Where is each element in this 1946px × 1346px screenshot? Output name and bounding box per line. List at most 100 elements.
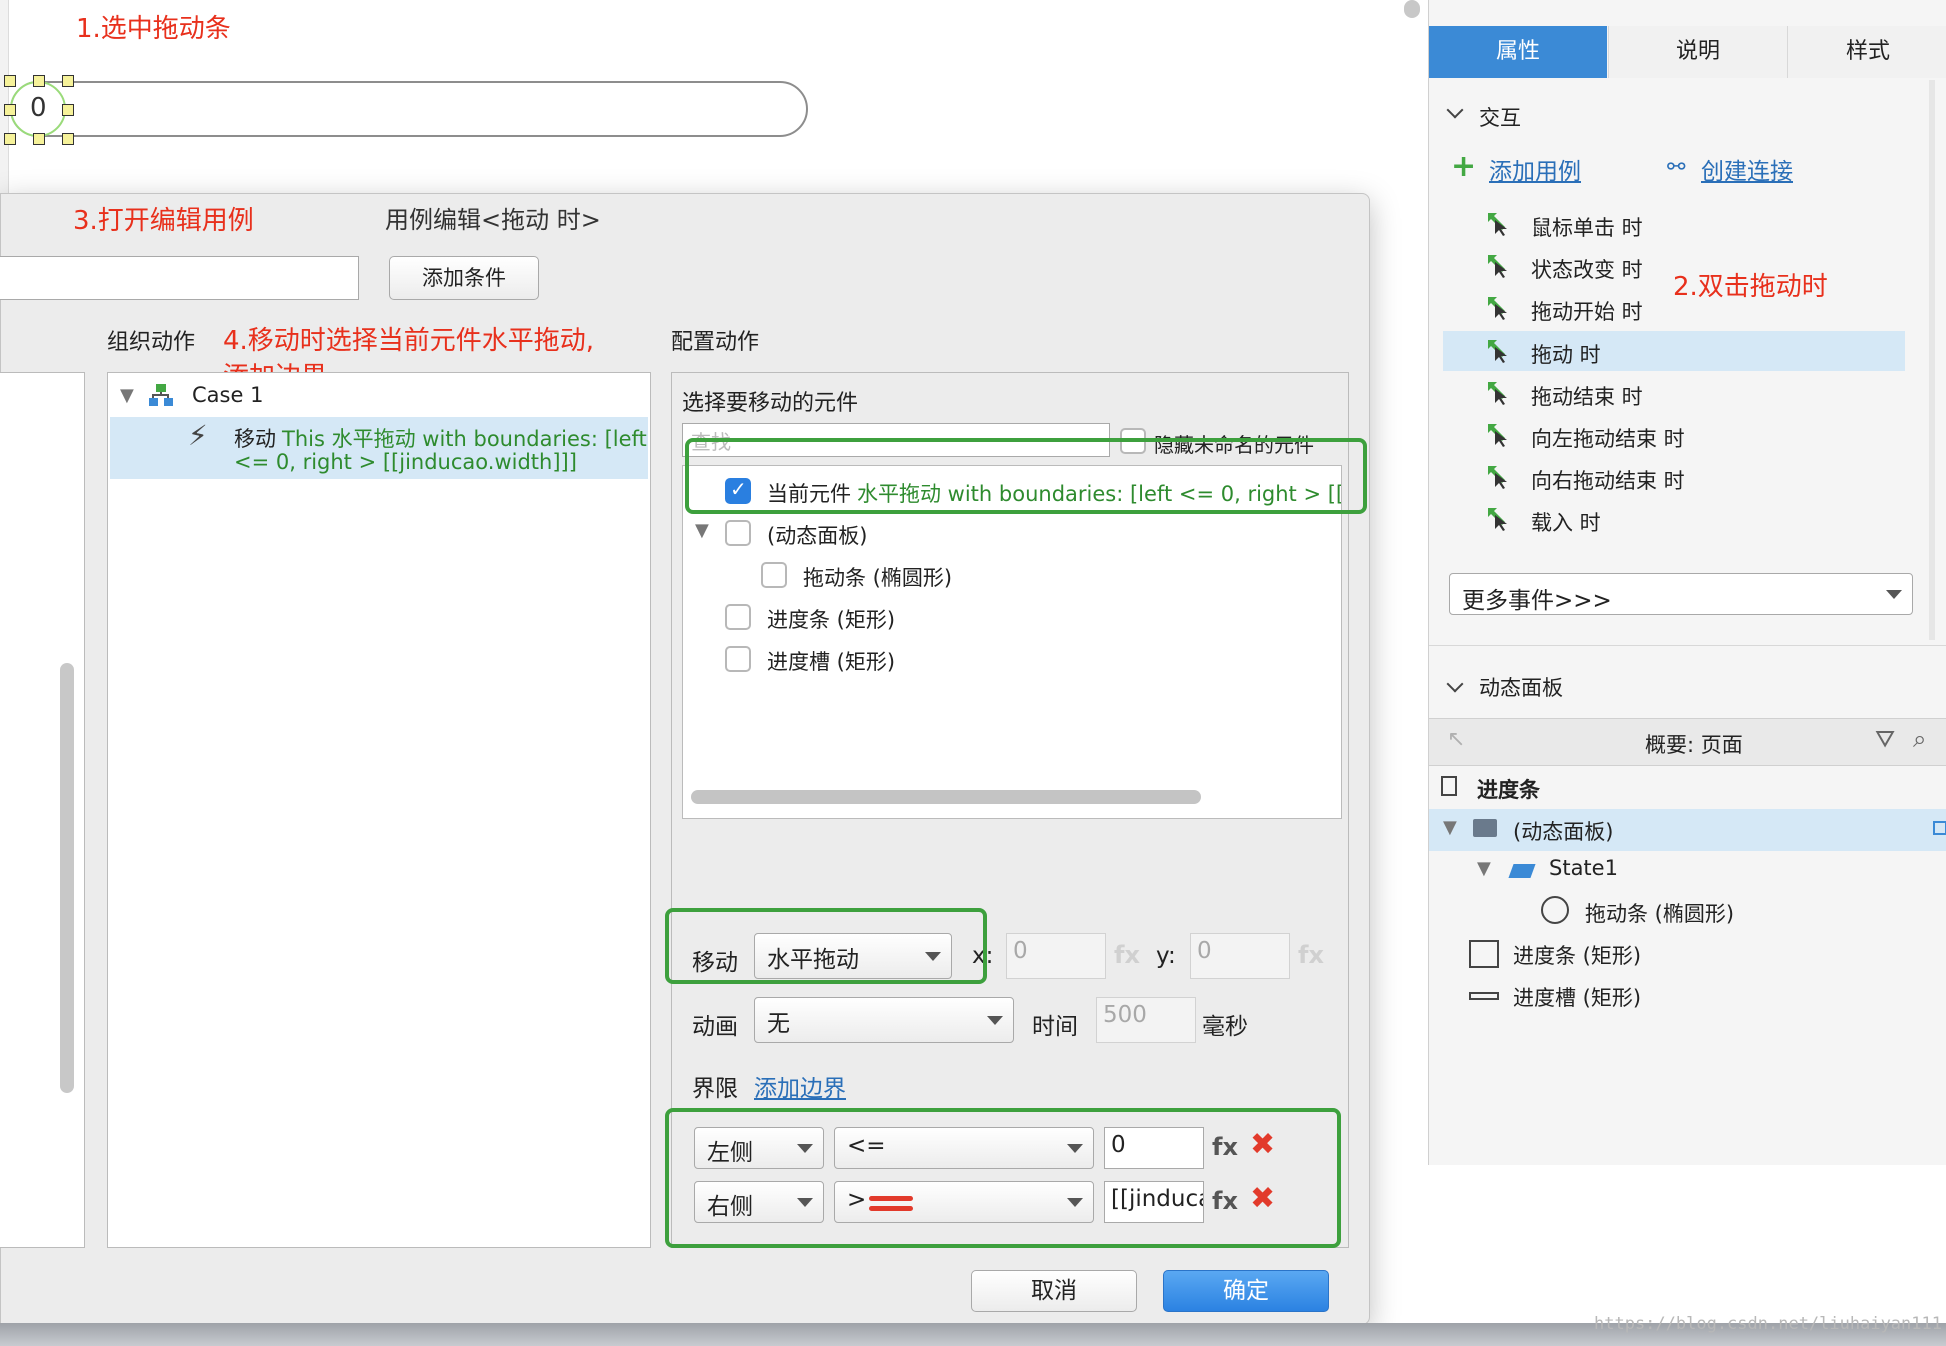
case-name[interactable]: Case 1 bbox=[192, 383, 263, 407]
chevron-down-icon bbox=[987, 1016, 1003, 1025]
page-icon bbox=[1441, 776, 1457, 796]
outline-header: ↖ 概要: 页面 ⛛ ⌕ bbox=[1429, 718, 1946, 766]
outline-progress-bar[interactable]: 进度条 (矩形) bbox=[1513, 940, 1641, 970]
event-item[interactable]: 向右拖动结束 时 bbox=[1449, 457, 1909, 497]
tree-item-label: 进度条 (矩形) bbox=[767, 608, 896, 632]
slider-value: 0 bbox=[30, 93, 47, 123]
arrow-up-left-icon[interactable]: ↖ bbox=[1447, 727, 1465, 752]
cancel-button[interactable]: 取消 bbox=[971, 1270, 1137, 1312]
y-input[interactable]: 0 bbox=[1190, 933, 1290, 979]
x-fx-button[interactable]: fx bbox=[1114, 941, 1140, 969]
action-row[interactable]: ⚡ 移动 This 水平拖动 with boundaries: [left <=… bbox=[110, 417, 648, 479]
dialog-title: 用例编辑<拖动 时> bbox=[385, 206, 601, 234]
watermark: https://blog.csdn.net/liuhaiyan111 bbox=[1594, 1314, 1942, 1334]
lightning-icon: ⚡ bbox=[188, 419, 208, 452]
cursor-arrow-icon bbox=[1488, 424, 1507, 447]
selection-handle[interactable] bbox=[62, 104, 74, 116]
event-label: 拖动结束 时 bbox=[1531, 385, 1643, 409]
outline-drag-bar[interactable]: 拖动条 (椭圆形) bbox=[1585, 898, 1734, 928]
drag-bar-checkbox[interactable] bbox=[761, 562, 787, 588]
create-link-link[interactable]: 创建连接 bbox=[1701, 152, 1793, 186]
plus-icon[interactable]: + bbox=[1451, 152, 1476, 182]
ok-button[interactable]: 确定 bbox=[1163, 1270, 1329, 1312]
event-column bbox=[0, 372, 85, 1248]
tree-horizontal-scrollbar[interactable] bbox=[691, 790, 1201, 804]
filter-icon[interactable]: ⛛ bbox=[1875, 725, 1895, 753]
event-item[interactable]: 向左拖动结束 时 bbox=[1449, 415, 1909, 455]
event-item[interactable]: 鼠标单击 时 bbox=[1449, 204, 1909, 244]
progress-slot-checkbox[interactable] bbox=[725, 646, 751, 672]
selection-handle[interactable] bbox=[62, 75, 74, 87]
animation-select[interactable]: 无 bbox=[754, 997, 1014, 1043]
canvas-scrollbar[interactable] bbox=[1404, 0, 1420, 18]
outline-progress-slot[interactable]: 进度槽 (矩形) bbox=[1513, 982, 1641, 1012]
triangle-down-icon[interactable]: ▼ bbox=[1477, 858, 1491, 879]
state-icon bbox=[1508, 864, 1536, 878]
cursor-arrow-icon bbox=[1488, 508, 1507, 531]
slider-track[interactable] bbox=[10, 81, 808, 137]
event-label: 向左拖动结束 时 bbox=[1531, 427, 1685, 451]
triangle-down-icon[interactable]: ▼ bbox=[120, 385, 134, 406]
cursor-arrow-icon bbox=[1488, 340, 1507, 363]
add-case-link[interactable]: 添加用例 bbox=[1489, 152, 1581, 186]
slider-thumb[interactable]: 0 bbox=[10, 81, 66, 137]
progress-bar-checkbox[interactable] bbox=[725, 604, 751, 630]
chevron-down-icon[interactable] bbox=[1446, 675, 1464, 693]
organize-label: 组织动作 bbox=[107, 330, 196, 355]
outline-page[interactable]: 进度条 bbox=[1477, 774, 1540, 804]
annotation-step2: 2.双击拖动时 bbox=[1673, 272, 1828, 302]
panel-scrollbar[interactable] bbox=[1929, 80, 1935, 640]
tree-item-label: (动态面板) bbox=[767, 524, 868, 548]
add-bound-link[interactable]: 添加边界 bbox=[754, 1069, 846, 1103]
cursor-arrow-icon bbox=[1488, 297, 1507, 320]
event-item[interactable]: 载入 时 bbox=[1449, 499, 1909, 539]
dynamic-panel-checkbox[interactable] bbox=[725, 520, 751, 546]
action-desc-line1: This 水平拖动 with boundaries: [left bbox=[282, 427, 647, 451]
link-icon: ⚯ bbox=[1667, 155, 1686, 180]
y-fx-button[interactable]: fx bbox=[1298, 941, 1324, 969]
outline-panel-row[interactable]: ▼ (动态面板) bbox=[1429, 809, 1946, 851]
event-list: 鼠标单击 时 状态改变 时 拖动开始 时 拖动 时 拖动结束 时 向左拖动结束 … bbox=[1443, 204, 1919, 544]
event-label: 拖动开始 时 bbox=[1531, 300, 1643, 324]
selection-handle[interactable] bbox=[4, 75, 16, 87]
outline-title: 概要: 页面 bbox=[1645, 733, 1743, 757]
action-name: 移动 bbox=[234, 427, 276, 451]
tab-properties[interactable]: 属性 bbox=[1429, 26, 1607, 78]
event-label: 载入 时 bbox=[1531, 511, 1601, 535]
panel-marker-icon bbox=[1933, 821, 1946, 835]
case-name-input[interactable] bbox=[0, 256, 359, 300]
search-icon[interactable]: ⌕ bbox=[1913, 725, 1926, 753]
bounds-label: 界限 bbox=[692, 1076, 738, 1102]
animation-label: 动画 bbox=[692, 1014, 738, 1040]
tab-style[interactable]: 样式 bbox=[1787, 26, 1946, 78]
event-label: 向右拖动结束 时 bbox=[1531, 469, 1685, 493]
tab-notes[interactable]: 说明 bbox=[1608, 26, 1787, 78]
event-label: 拖动 时 bbox=[1531, 343, 1601, 367]
more-events-select[interactable]: 更多事件>>> bbox=[1449, 573, 1913, 615]
selection-handle[interactable] bbox=[4, 104, 16, 116]
chevron-down-icon bbox=[1886, 590, 1902, 599]
canvas-area: 1.选中拖动条 0 bbox=[0, 0, 1428, 195]
more-events-value: 更多事件>>> bbox=[1462, 588, 1612, 614]
interaction-label: 交互 bbox=[1479, 106, 1521, 130]
chevron-down-icon[interactable] bbox=[1446, 101, 1464, 119]
x-input[interactable]: 0 bbox=[1006, 933, 1106, 979]
time-input[interactable]: 500 bbox=[1096, 997, 1196, 1043]
cursor-arrow-icon bbox=[1488, 466, 1507, 489]
event-item[interactable]: 拖动结束 时 bbox=[1449, 373, 1909, 413]
selection-handle[interactable] bbox=[4, 133, 16, 145]
selection-handle[interactable] bbox=[62, 133, 74, 145]
outline-state[interactable]: State1 bbox=[1549, 856, 1618, 880]
selection-handle[interactable] bbox=[33, 133, 45, 145]
triangle-down-icon[interactable]: ▼ bbox=[695, 520, 709, 541]
left-ruler bbox=[0, 0, 9, 195]
action-desc-line2: <= 0, right > [[jinducao.width]]] bbox=[234, 450, 577, 474]
add-condition-button[interactable]: 添加条件 bbox=[389, 256, 539, 300]
selection-handle[interactable] bbox=[33, 75, 45, 87]
event-column-scrollbar[interactable] bbox=[60, 663, 74, 1093]
dynamic-panel-label: 动态面板 bbox=[1479, 676, 1563, 700]
case-flow-icon bbox=[149, 384, 173, 406]
event-item-selected[interactable]: 拖动 时 bbox=[1443, 331, 1905, 371]
highlight-bounds bbox=[665, 1108, 1341, 1248]
triangle-down-icon[interactable]: ▼ bbox=[1443, 817, 1457, 838]
